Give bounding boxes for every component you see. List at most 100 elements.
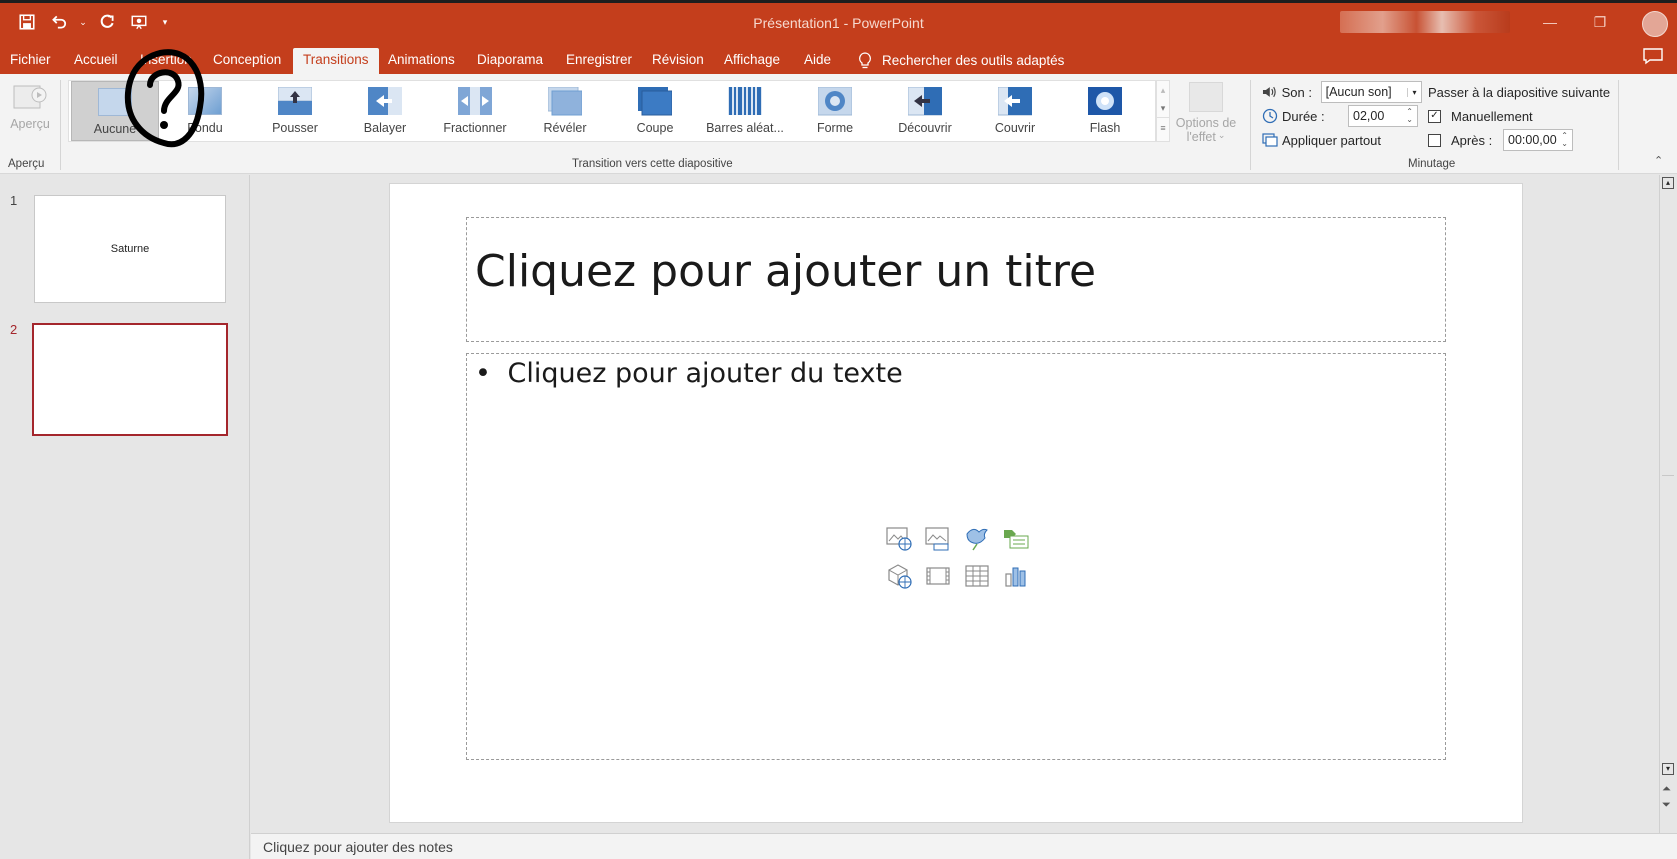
effect-options-label-2: l'effet xyxy=(1186,130,1216,144)
manual-checkbox[interactable]: ✓ xyxy=(1428,109,1441,123)
insert-picture-icon[interactable] xyxy=(924,524,952,552)
transition-label: Révéler xyxy=(543,121,587,135)
tab-diaporama[interactable]: Diaporama xyxy=(467,48,553,74)
transition-label: Fractionner xyxy=(443,121,507,135)
effect-options-icon xyxy=(1189,82,1223,112)
advance-label: Passer à la diapositive suivante xyxy=(1428,84,1611,100)
title-placeholder[interactable]: Cliquez pour ajouter un titre xyxy=(466,217,1446,342)
title-placeholder-text: Cliquez pour ajouter un titre xyxy=(475,246,1097,297)
gallery-more-icon[interactable]: ≡ xyxy=(1157,117,1169,139)
tab-conception[interactable]: Conception xyxy=(203,48,291,74)
tab-enregistrer[interactable]: Enregistrer xyxy=(556,48,642,74)
tab-fichier[interactable]: Fichier xyxy=(0,48,61,74)
scroll-down-icon[interactable]: ▾ xyxy=(1662,763,1674,775)
insert-video-icon[interactable] xyxy=(924,562,952,590)
tab-insertion[interactable]: Insertion xyxy=(130,48,202,74)
tab-aide[interactable]: Aide xyxy=(794,48,841,74)
next-slide-icon[interactable]: ⏷ xyxy=(1662,799,1671,812)
after-checkbox[interactable] xyxy=(1428,133,1441,147)
slide-number: 2 xyxy=(10,322,18,337)
slide-thumbnail-1[interactable]: Saturne xyxy=(34,195,226,303)
restore-icon[interactable]: ❐ xyxy=(1580,9,1620,35)
after-label: Après : xyxy=(1451,132,1493,148)
transition-pousser[interactable]: Pousser xyxy=(251,81,339,141)
timing-advance: Passer à la diapositive suivante ✓ Manue… xyxy=(1428,80,1618,152)
group-separator xyxy=(1618,80,1619,170)
preview-icon xyxy=(13,85,47,109)
chevron-down-icon[interactable]: ▾ xyxy=(1407,87,1421,97)
vertical-scrollbar[interactable]: ▴ ▾ ⏶ ⏷ xyxy=(1659,175,1677,833)
insert-smartart-icon[interactable] xyxy=(1002,524,1030,552)
transition-decouvrir[interactable]: Découvrir xyxy=(881,81,969,141)
transition-fractionner[interactable]: Fractionner xyxy=(431,81,519,141)
lightbulb-icon xyxy=(859,52,871,69)
effect-options-button[interactable]: Options de l'effet ⌄ xyxy=(1170,80,1242,152)
group-separator xyxy=(60,80,61,170)
transition-balayer[interactable]: Balayer xyxy=(341,81,429,141)
apercu-group-label: Aperçu xyxy=(8,158,45,170)
insert-online-picture-icon[interactable] xyxy=(885,524,913,552)
timing-group-label: Minutage xyxy=(1408,158,1456,170)
scroll-track-divider xyxy=(1662,475,1674,476)
insert-table-icon[interactable] xyxy=(963,562,991,590)
slide-thumbnail-2[interactable] xyxy=(32,323,228,436)
transition-barres-aleatoires[interactable]: Barres aléat... xyxy=(701,81,789,141)
transition-label: Couvrir xyxy=(994,121,1036,135)
preview-label: Aperçu xyxy=(10,117,50,131)
slide-number: 1 xyxy=(10,193,18,208)
transition-push-icon xyxy=(277,86,313,117)
transition-fondu[interactable]: Fondu xyxy=(161,81,249,141)
notes-pane[interactable]: Cliquez pour ajouter des notes xyxy=(251,833,1677,859)
transition-cover-icon xyxy=(997,86,1033,117)
manual-label: Manuellement xyxy=(1451,108,1533,124)
preview-button[interactable]: Aperçu xyxy=(6,80,54,148)
tab-affichage[interactable]: Affichage xyxy=(714,48,790,74)
transition-flash[interactable]: Flash xyxy=(1061,81,1149,141)
insert-chart-icon[interactable] xyxy=(1002,562,1030,590)
previous-slide-icon[interactable]: ⏶ xyxy=(1662,783,1671,796)
transition-reveler[interactable]: Révéler xyxy=(521,81,609,141)
scroll-thumb[interactable] xyxy=(1662,195,1674,475)
scroll-up-icon[interactable]: ▴ xyxy=(1662,177,1674,189)
tell-me-search[interactable]: Rechercher des outils adaptés xyxy=(858,48,1064,74)
transition-wipe-icon xyxy=(368,87,402,117)
transition-label: Forme xyxy=(816,121,854,135)
transition-aucune[interactable]: Aucune xyxy=(71,81,159,141)
duration-input[interactable]: 02,00 ⌃ ⌄ xyxy=(1348,105,1418,127)
duration-spinner[interactable]: ⌃ ⌄ xyxy=(1406,108,1413,124)
minimize-icon[interactable]: — xyxy=(1530,9,1570,35)
tab-accueil[interactable]: Accueil xyxy=(64,48,128,74)
gallery-scroll-down-icon[interactable]: ▾ xyxy=(1157,99,1169,117)
avatar[interactable] xyxy=(1642,11,1668,37)
sound-select[interactable]: [Aucun son] ▾ xyxy=(1320,81,1423,103)
gallery-scroll-up-icon[interactable]: ▴ xyxy=(1157,81,1169,99)
notes-placeholder: Cliquez pour ajouter des notes xyxy=(263,839,453,855)
ribbon-tabs: Fichier Accueil Insertion Conception Tra… xyxy=(0,42,1677,74)
title-bar: ⌄ ▾ Présentation1 - PowerPoint — ❐ xyxy=(0,0,1677,42)
after-input[interactable]: 00:00,00 ⌃ ⌄ xyxy=(1503,129,1573,151)
insert-3d-model-icon[interactable] xyxy=(885,562,913,590)
after-spinner[interactable]: ⌃ ⌄ xyxy=(1561,132,1568,148)
tab-transitions[interactable]: Transitions xyxy=(293,48,379,74)
transition-none-icon xyxy=(98,88,132,118)
comments-icon[interactable] xyxy=(1642,47,1664,65)
slide-canvas: Cliquez pour ajouter un titre • Cliquez … xyxy=(390,184,1522,822)
insert-icons-icon[interactable] xyxy=(963,524,991,552)
ribbon: Aperçu Aperçu Aucune Fondu Pousser Balay… xyxy=(0,74,1677,174)
transition-couvrir[interactable]: Couvrir xyxy=(971,81,1059,141)
body-placeholder[interactable]: • Cliquez pour ajouter du texte xyxy=(466,353,1446,760)
transition-forme[interactable]: Forme xyxy=(791,81,879,141)
body-placeholder-text: Cliquez pour ajouter du texte xyxy=(507,358,903,389)
tab-animations[interactable]: Animations xyxy=(378,48,465,74)
gallery-scroll[interactable]: ▴ ▾ ≡ xyxy=(1156,80,1170,142)
transition-coupe[interactable]: Coupe xyxy=(611,81,699,141)
account-name[interactable] xyxy=(1340,11,1510,33)
transition-cut-icon xyxy=(638,87,673,117)
insert-content-icons xyxy=(885,524,1035,590)
apply-all-label: Appliquer partout xyxy=(1282,132,1382,148)
transition-split-icon xyxy=(458,87,492,117)
apply-all-button[interactable]: Appliquer partout xyxy=(1262,128,1422,152)
tab-revision[interactable]: Révision xyxy=(642,48,714,74)
transition-label: Barres aléat... xyxy=(706,121,784,135)
collapse-ribbon-icon[interactable]: ⌃ xyxy=(1654,154,1663,167)
